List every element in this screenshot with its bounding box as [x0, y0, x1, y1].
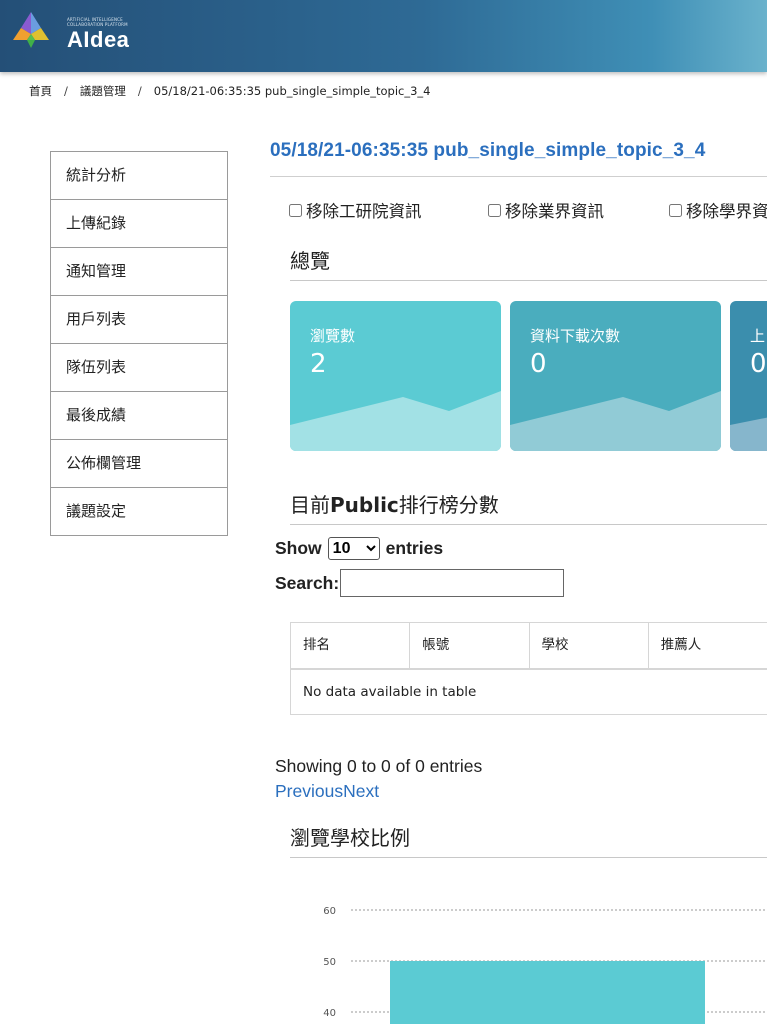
- column-header-referrer[interactable]: 推薦人: [649, 623, 767, 668]
- stat-card-label: 資料下載次數: [530, 327, 621, 345]
- leaderboard-divider: [290, 524, 767, 525]
- breadcrumb-topic-management[interactable]: 議題管理: [80, 84, 126, 98]
- leaderboard-heading-bold: Public: [330, 493, 399, 517]
- filter-remove-industry[interactable]: 移除業界資訊: [488, 198, 604, 222]
- page-title: 05/18/21-06:35:35 pub_single_simple_topi…: [270, 140, 706, 161]
- leaderboard-table: 排名 帳號 學校 推薦人 No data available in table: [290, 622, 767, 715]
- stat-card-uploads: 上 0: [730, 301, 767, 451]
- breadcrumb-separator: /: [64, 84, 68, 98]
- sidebar-item-topic-settings[interactable]: 議題設定: [51, 488, 227, 536]
- breadcrumb-current: 05/18/21-06:35:35 pub_single_simple_topi…: [153, 84, 431, 98]
- leaderboard-heading-suffix: 排行榜分數: [398, 493, 499, 517]
- stat-card-value: 0: [530, 349, 547, 379]
- sidebar: 統計分析 上傳紀錄 通知管理 用戶列表 隊伍列表 最後成績 公佈欄管理 議題設定: [50, 151, 228, 536]
- pagination: PreviousNext: [275, 781, 379, 802]
- leaderboard-heading-prefix: 目前: [290, 493, 330, 517]
- sidebar-item-notifications[interactable]: 通知管理: [51, 248, 227, 296]
- school-chart-heading: 瀏覽學校比例: [290, 826, 410, 850]
- title-divider: [270, 176, 767, 177]
- filter-label: 移除學界資訊: [686, 202, 767, 221]
- filter-remove-academia[interactable]: 移除學界資訊: [669, 198, 767, 222]
- table-header-row: 排名 帳號 學校 推薦人: [291, 623, 767, 670]
- chart-bar: [390, 961, 705, 1024]
- chart-y-tick-label: 60: [323, 906, 336, 917]
- chart-y-tick-label: 40: [323, 1008, 336, 1019]
- chart-y-tick-label: 50: [323, 957, 336, 968]
- filter-remove-itri-checkbox[interactable]: [289, 203, 302, 217]
- stat-card-views: 瀏覽數 2: [290, 301, 501, 451]
- leaderboard-heading: 目前Public排行榜分數: [290, 489, 499, 518]
- stat-card-label: 瀏覽數: [310, 327, 356, 345]
- column-header-rank[interactable]: 排名: [291, 623, 411, 668]
- next-page-button[interactable]: Next: [343, 781, 379, 801]
- page-length-control: Show 102550100 entries: [275, 537, 443, 560]
- entries-label: entries: [385, 538, 444, 558]
- column-header-school[interactable]: 學校: [530, 623, 649, 668]
- previous-page-button[interactable]: Previous: [275, 781, 343, 801]
- show-label: Show: [275, 538, 322, 558]
- sidebar-item-teams[interactable]: 隊伍列表: [51, 344, 227, 392]
- column-header-account[interactable]: 帳號: [410, 623, 530, 668]
- table-info: Showing 0 to 0 of 0 entries: [275, 756, 483, 776]
- sparkline-icon: [510, 391, 721, 451]
- breadcrumb: 首頁 / 議題管理 / 05/18/21-06:35:35 pub_single_sim…: [29, 83, 431, 98]
- search-control: Search:: [275, 569, 565, 597]
- filter-remove-itri[interactable]: 移除工研院資訊: [289, 198, 422, 222]
- filter-label: 移除工研院資訊: [306, 202, 422, 221]
- filter-remove-academia-checkbox[interactable]: [669, 203, 682, 217]
- overview-divider: [290, 280, 767, 281]
- search-label: Search:: [275, 572, 340, 593]
- sidebar-item-bulletin[interactable]: 公佈欄管理: [51, 440, 227, 488]
- breadcrumb-home[interactable]: 首頁: [29, 84, 52, 98]
- logo-mark-icon: [13, 12, 49, 48]
- logo-tagline: ARTIFICIAL INTELLIGENCE COLLABORATION PL…: [67, 17, 128, 27]
- aidea-logo[interactable]: ARTIFICIAL INTELLIGENCE COLLABORATION PL…: [11, 10, 131, 52]
- table-empty-message: No data available in table: [303, 684, 477, 700]
- sidebar-item-upload-records[interactable]: 上傳紀錄: [51, 200, 227, 248]
- sidebar-item-statistics[interactable]: 統計分析: [51, 152, 227, 200]
- logo-wordmark: AIdea: [67, 27, 130, 52]
- school-chart-divider: [290, 857, 767, 858]
- page-length-select[interactable]: 102550100: [327, 537, 380, 560]
- school-ratio-chart-svg: 40 50 60: [323, 906, 767, 1024]
- top-header: ARTIFICIAL INTELLIGENCE COLLABORATION PL…: [0, 0, 767, 72]
- stat-card-downloads: 資料下載次數 0: [510, 301, 721, 451]
- overview-heading: 總覽: [290, 249, 330, 273]
- filter-remove-industry-checkbox[interactable]: [488, 203, 501, 217]
- sidebar-item-users[interactable]: 用戶列表: [51, 296, 227, 344]
- stat-card-value: 0: [750, 349, 767, 379]
- sidebar-item-final-scores[interactable]: 最後成績: [51, 392, 227, 440]
- sparkline-icon: [730, 417, 767, 451]
- stat-card-label: 上: [750, 327, 766, 345]
- filter-label: 移除業界資訊: [505, 202, 604, 221]
- breadcrumb-separator: /: [137, 84, 142, 98]
- sparkline-icon: [290, 391, 501, 451]
- search-input[interactable]: [340, 569, 565, 597]
- school-ratio-chart: 40 50 60: [300, 890, 767, 1024]
- stat-card-value: 2: [310, 349, 327, 379]
